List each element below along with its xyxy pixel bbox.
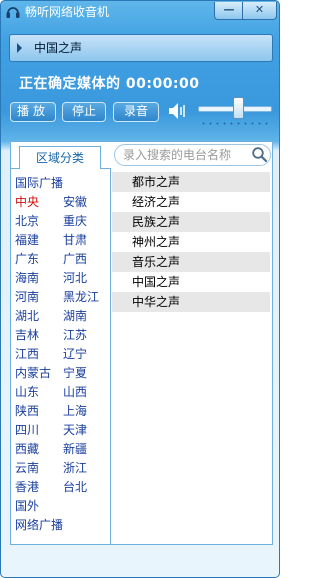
region-row: 吉林 江苏 — [15, 326, 109, 345]
station-item[interactable]: 经济之声 — [112, 192, 270, 212]
main-panel: 区域分类 国际广播中央安徽北京重庆福建甘肃广东广西海南河北河南黑龙江湖北湖南吉林… — [10, 141, 273, 545]
search-box[interactable] — [114, 144, 271, 166]
station-item[interactable]: 神州之声 — [112, 232, 270, 252]
region-row: 江西 辽宁 — [15, 345, 109, 364]
region-item[interactable]: 广东 — [15, 250, 63, 269]
region-list: 国际广播 中央 安徽 北京 重庆 福建 甘肃 广东 广西 海南 河北 河南 黑龙江 湖北 湖南 吉林 江苏 江西辽… — [15, 174, 109, 535]
region-row: 网络广播 — [15, 516, 109, 535]
region-item[interactable]: 国外 — [15, 497, 39, 516]
region-item[interactable]: 香港 — [15, 478, 63, 497]
region-item[interactable]: 海南 — [15, 269, 63, 288]
region-item[interactable]: 西藏 — [15, 440, 63, 459]
region-row: 西藏 新疆 — [15, 440, 109, 459]
search-icon[interactable] — [251, 146, 268, 163]
station-item[interactable]: 中华之声 — [112, 292, 270, 312]
region-item[interactable]: 四川 — [15, 421, 63, 440]
region-row: 中央 安徽 — [15, 193, 109, 212]
close-button[interactable]: ✕ — [242, 2, 277, 20]
current-station-name: 中国之声 — [34, 41, 83, 55]
station-item[interactable]: 音乐之声 — [112, 252, 270, 272]
region-row: 内蒙古 宁夏 — [15, 364, 109, 383]
station-item[interactable]: 中国之声 — [112, 272, 270, 292]
region-row: 陕西 上海 — [15, 402, 109, 421]
play-arrow-icon — [17, 43, 22, 53]
region-item[interactable]: 宁夏 — [63, 364, 87, 383]
region-row: 湖北 湖南 — [15, 307, 109, 326]
region-item[interactable]: 湖北 — [15, 307, 63, 326]
volume-slider-thumb[interactable] — [233, 97, 245, 119]
region-item[interactable]: 云南 — [15, 459, 63, 478]
region-row: 河南 黑龙江 — [15, 288, 109, 307]
volume-ticks — [200, 122, 270, 125]
play-button[interactable]: 播放 — [10, 102, 56, 122]
region-item[interactable]: 福建 — [15, 231, 63, 250]
region-item[interactable]: 浙江 — [63, 459, 87, 478]
region-item[interactable]: 新疆 — [63, 440, 87, 459]
region-item[interactable]: 上海 — [63, 402, 87, 421]
region-item[interactable]: 陕西 — [15, 402, 63, 421]
region-item[interactable]: 天津 — [63, 421, 87, 440]
region-row: 国际广播 — [15, 174, 109, 193]
region-item[interactable]: 北京 — [15, 212, 63, 231]
station-item[interactable]: 都市之声 — [112, 172, 270, 192]
window-title: 畅听网络收音机 — [25, 5, 110, 19]
region-row: 山东 山西 — [15, 383, 109, 402]
stop-button[interactable]: 停止 — [62, 102, 106, 122]
region-row: 福建 甘肃 — [15, 231, 109, 250]
station-item[interactable]: 民族之声 — [112, 212, 270, 232]
title-bar[interactable]: 畅听网络收音机 — ✕ — [1, 1, 279, 23]
region-item[interactable]: 重庆 — [63, 212, 87, 231]
region-item[interactable]: 辽宁 — [63, 345, 87, 364]
region-row: 香港 台北 — [15, 478, 109, 497]
record-button[interactable]: 录音 — [113, 102, 159, 122]
speaker-icon[interactable] — [167, 101, 189, 121]
region-row: 北京 重庆 — [15, 212, 109, 231]
region-item[interactable]: 黑龙江 — [63, 288, 99, 307]
region-row: 四川 天津 — [15, 421, 109, 440]
region-item[interactable]: 内蒙古 — [15, 364, 63, 383]
region-item[interactable]: 江苏 — [63, 326, 87, 345]
region-row: 国外 — [15, 497, 109, 516]
region-item[interactable]: 河南 — [15, 288, 63, 307]
region-item[interactable]: 安徽 — [63, 193, 87, 212]
region-item[interactable]: 山东 — [15, 383, 63, 402]
region-item[interactable]: 台北 — [63, 478, 87, 497]
region-item[interactable]: 吉林 — [15, 326, 63, 345]
tab-region-category[interactable]: 区域分类 — [19, 146, 101, 169]
region-item[interactable]: 中央 — [15, 193, 63, 212]
region-item[interactable]: 甘肃 — [63, 231, 87, 250]
headphones-icon — [6, 7, 20, 18]
search-input[interactable] — [123, 146, 248, 163]
region-row: 海南 河北 — [15, 269, 109, 288]
region-item[interactable]: 江西 — [15, 345, 63, 364]
region-item[interactable]: 湖南 — [63, 307, 87, 326]
minimize-button[interactable]: — — [214, 2, 244, 20]
current-station-bar[interactable]: 中国之声 — [9, 34, 273, 62]
region-item[interactable]: 河北 — [63, 269, 87, 288]
region-item[interactable]: 山西 — [63, 383, 87, 402]
region-item[interactable]: 网络广播 — [15, 516, 63, 535]
status-text: 正在确定媒体的 00:00:00 — [19, 76, 200, 92]
region-item[interactable]: 广西 — [63, 250, 87, 269]
station-list: 都市之声 经济之声 民族之声 神州之声 音乐之声 中国之声 中华之声 — [112, 172, 270, 312]
region-row: 广东 广西 — [15, 250, 109, 269]
region-row: 云南 浙江 — [15, 459, 109, 478]
region-item[interactable]: 国际广播 — [15, 174, 63, 193]
column-divider — [110, 168, 111, 544]
radio-window: 畅听网络收音机 — ✕ 中国之声 正在确定媒体的 00:00:00 播放 停止 … — [0, 0, 280, 578]
